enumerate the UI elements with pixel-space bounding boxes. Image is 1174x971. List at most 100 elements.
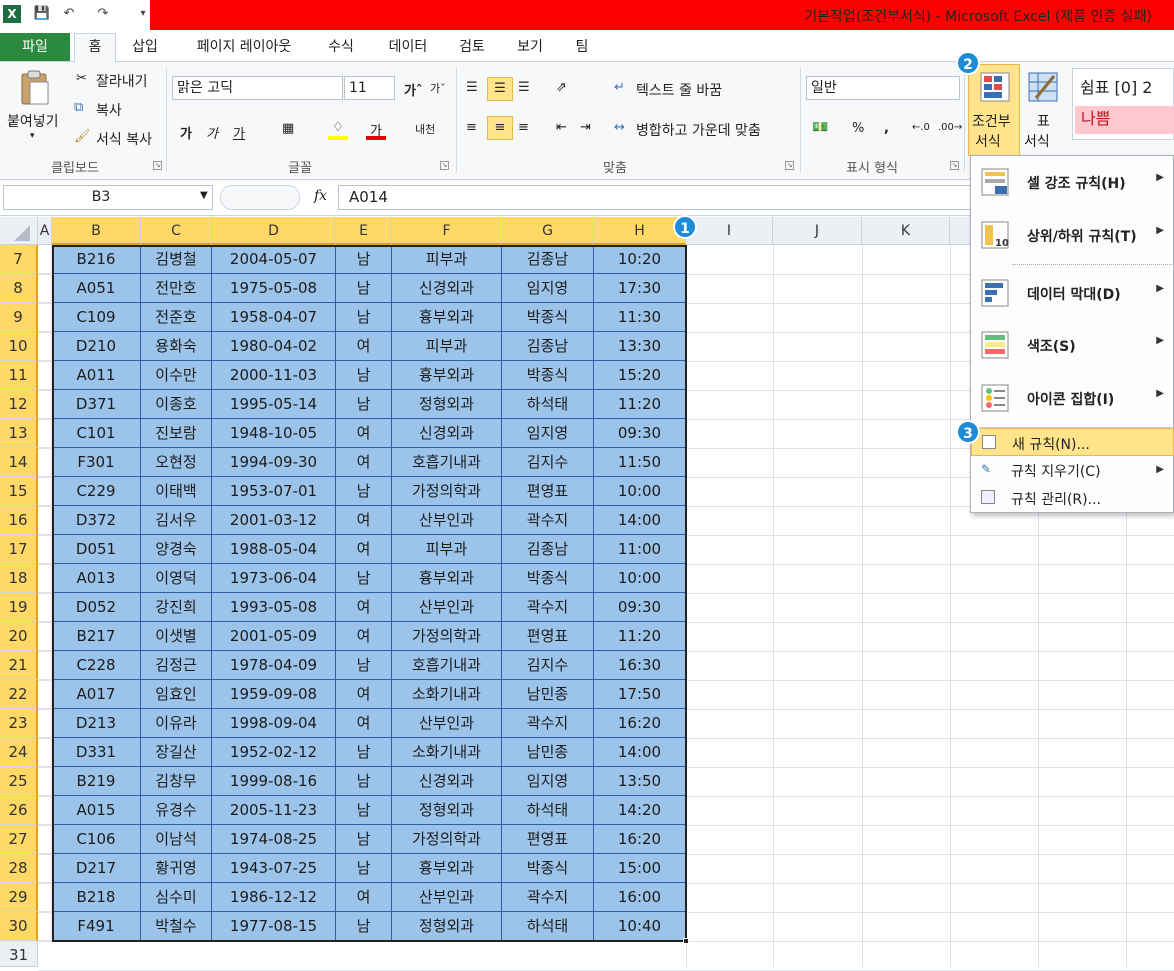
tab-formulas[interactable]: 수식: [325, 36, 357, 60]
cell[interactable]: [38, 593, 52, 622]
orientation-icon[interactable]: ⇗: [556, 80, 567, 95]
cell[interactable]: D371: [52, 390, 141, 419]
row-header[interactable]: 10: [0, 332, 38, 361]
cell[interactable]: 정형외과: [392, 796, 502, 825]
cell[interactable]: 김종남: [502, 535, 594, 564]
cell[interactable]: 가정의학과: [392, 622, 502, 651]
format-painter-icon[interactable]: 🖌: [74, 129, 91, 144]
cell[interactable]: 1994-09-30: [212, 448, 336, 477]
cell[interactable]: 2001-03-12: [212, 506, 336, 535]
cell[interactable]: [38, 564, 52, 593]
cell[interactable]: 2005-11-23: [212, 796, 336, 825]
cell[interactable]: 이남석: [141, 825, 212, 854]
cell[interactable]: 박철수: [141, 912, 212, 941]
cell[interactable]: 피부과: [392, 332, 502, 361]
cell[interactable]: 2000-11-03: [212, 361, 336, 390]
cell[interactable]: A013: [52, 564, 141, 593]
cell[interactable]: 1973-06-04: [212, 564, 336, 593]
cell[interactable]: 남: [336, 361, 392, 390]
row-header[interactable]: 25: [0, 767, 38, 796]
cell[interactable]: A017: [52, 680, 141, 709]
row-header[interactable]: 7: [0, 245, 38, 274]
cell[interactable]: 신경외과: [392, 767, 502, 796]
cell[interactable]: 편영표: [502, 477, 594, 506]
column-header-g[interactable]: G: [502, 217, 594, 245]
merge-center-icon[interactable]: ↔: [614, 120, 625, 135]
row-header[interactable]: 26: [0, 796, 38, 825]
comma-button[interactable]: ,: [884, 121, 889, 136]
cell[interactable]: [38, 419, 52, 448]
tab-insert[interactable]: 삽입: [128, 36, 162, 60]
cell[interactable]: 여: [336, 535, 392, 564]
cell[interactable]: [38, 651, 52, 680]
cell[interactable]: 10:20: [594, 245, 686, 274]
cell[interactable]: 정형외과: [392, 390, 502, 419]
cell[interactable]: 11:30: [594, 303, 686, 332]
copy-button[interactable]: 복사: [96, 100, 122, 120]
cell[interactable]: [38, 274, 52, 303]
cell[interactable]: 용화숙: [141, 332, 212, 361]
column-header-b[interactable]: B: [52, 217, 141, 245]
cell[interactable]: 2004-05-07: [212, 245, 336, 274]
cell[interactable]: 1999-08-16: [212, 767, 336, 796]
cell[interactable]: 박종식: [502, 303, 594, 332]
row-header[interactable]: 30: [0, 912, 38, 941]
clipboard-dialog-launcher[interactable]: ↘: [153, 161, 162, 170]
cell[interactable]: 여: [336, 593, 392, 622]
cell[interactable]: 1975-05-08: [212, 274, 336, 303]
cell[interactable]: 여: [336, 680, 392, 709]
cell[interactable]: 1959-09-08: [212, 680, 336, 709]
cell[interactable]: 17:30: [594, 274, 686, 303]
cell[interactable]: 1977-08-15: [212, 912, 336, 941]
cell[interactable]: 여: [336, 506, 392, 535]
cell[interactable]: 황귀영: [141, 854, 212, 883]
grow-font-icon[interactable]: 가ˆ: [404, 80, 422, 99]
cell[interactable]: 13:50: [594, 767, 686, 796]
cell[interactable]: 하석태: [502, 796, 594, 825]
select-all-corner[interactable]: [0, 217, 38, 245]
cell[interactable]: 16:00: [594, 883, 686, 912]
tab-home[interactable]: 홈: [74, 33, 116, 63]
cell[interactable]: 산부인과: [392, 883, 502, 912]
cell[interactable]: [38, 506, 52, 535]
paste-icon[interactable]: [18, 70, 52, 106]
cell[interactable]: 오현정: [141, 448, 212, 477]
format-as-table-label-2[interactable]: 서식: [1024, 131, 1050, 151]
cell[interactable]: [38, 825, 52, 854]
cell[interactable]: 남: [336, 651, 392, 680]
cell[interactable]: [38, 767, 52, 796]
cell[interactable]: 소화기내과: [392, 738, 502, 767]
cell[interactable]: 남: [336, 796, 392, 825]
cell[interactable]: 이영덕: [141, 564, 212, 593]
cell[interactable]: 남: [336, 303, 392, 332]
cell[interactable]: 피부과: [392, 535, 502, 564]
cell[interactable]: 남: [336, 390, 392, 419]
format-as-table-icon[interactable]: [1028, 72, 1058, 102]
number-format-select[interactable]: 일반: [806, 76, 960, 100]
cell[interactable]: 1986-12-12: [212, 883, 336, 912]
cell[interactable]: C228: [52, 651, 141, 680]
row-header[interactable]: 9: [0, 303, 38, 332]
cell[interactable]: 유경수: [141, 796, 212, 825]
cell[interactable]: 소화기내과: [392, 680, 502, 709]
paste-dropdown-icon[interactable]: ▾: [30, 131, 35, 141]
cell[interactable]: 김정근: [141, 651, 212, 680]
cut-icon[interactable]: ✂: [76, 71, 87, 86]
cell[interactable]: B216: [52, 245, 141, 274]
column-header-h[interactable]: H: [594, 217, 686, 245]
cell[interactable]: 15:00: [594, 854, 686, 883]
shrink-font-icon[interactable]: 가ˇ: [430, 80, 446, 96]
cell[interactable]: 곽수지: [502, 506, 594, 535]
cell[interactable]: 정형외과: [392, 912, 502, 941]
cell[interactable]: [38, 477, 52, 506]
cell[interactable]: 남: [336, 854, 392, 883]
column-header-a[interactable]: A: [38, 217, 52, 245]
cell[interactable]: B218: [52, 883, 141, 912]
cell[interactable]: 13:30: [594, 332, 686, 361]
cell[interactable]: 1953-07-01: [212, 477, 336, 506]
cell[interactable]: 하석태: [502, 390, 594, 419]
cell[interactable]: C229: [52, 477, 141, 506]
cell[interactable]: 11:00: [594, 535, 686, 564]
row-header[interactable]: 24: [0, 738, 38, 767]
menu-item-icon-sets[interactable]: 아이콘 집합(I) ▶: [971, 373, 1174, 425]
